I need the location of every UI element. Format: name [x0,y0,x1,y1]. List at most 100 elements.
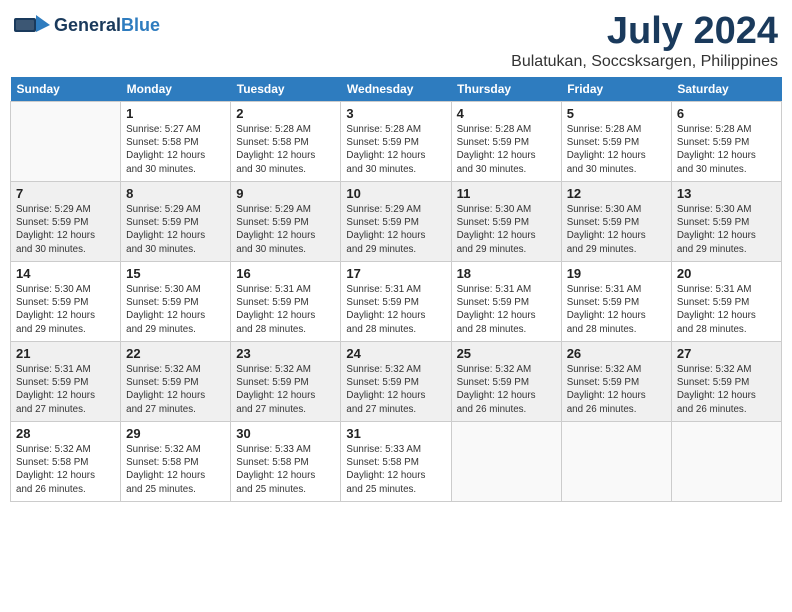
day-number: 6 [677,106,776,121]
calendar-cell: 22 Sunrise: 5:32 AMSunset: 5:59 PMDayligh… [121,342,231,422]
calendar-cell: 17Sunrise: 5:31 AMSunset: 5:59 PMDayligh… [341,262,451,342]
day-number: 19 [567,266,666,281]
day-number: 24 [346,346,445,361]
day-number: 7 [16,186,115,201]
day-info: Sunrise: 5:28 AMSunset: 5:59 PMDaylight:… [457,123,556,176]
day-info: Sunrise: 5:28 AMSunset: 5:59 PMDaylight:… [567,123,666,176]
calendar-cell: 4 Sunrise: 5:28 AMSunset: 5:59 PMDaylight… [451,102,561,182]
calendar-cell: 31 Sunrise: 5:33 AMSunset: 5:58 PMDayligh… [341,422,451,502]
day-info: Sunrise: 5:32 AMSunset: 5:59 PMDaylight:… [567,363,666,416]
calendar-cell: 25 Sunrise: 5:32 AMSunset: 5:59 PMDayligh… [451,342,561,422]
day-number: 3 [346,106,445,121]
day-number: 28 [16,426,115,441]
day-number: 26 [567,346,666,361]
day-info: Sunrise: 5:33 AMSunset: 5:58 PMDaylight:… [346,443,445,496]
calendar-cell: 28 Sunrise: 5:32 AMSunset: 5:58 PMDayligh… [11,422,121,502]
weekday-header-thursday: Thursday [451,77,561,102]
day-number: 23 [236,346,335,361]
calendar-cell: 10 Sunrise: 5:29 AMSunset: 5:59 PMDayligh… [341,182,451,262]
weekday-header-friday: Friday [561,77,671,102]
day-info: Sunrise: 5:29 AMSunset: 5:59 PMDaylight:… [126,203,225,256]
week-row-2: 7 Sunrise: 5:29 AMSunset: 5:59 PMDaylight… [11,182,782,262]
day-info: Sunrise: 5:32 AMSunset: 5:58 PMDaylight:… [126,443,225,496]
calendar-cell [451,422,561,502]
day-number: 25 [457,346,556,361]
day-info: Sunrise: 5:29 AMSunset: 5:59 PMDaylight:… [236,203,335,256]
day-number: 11 [457,186,556,201]
weekday-header-saturday: Saturday [671,77,781,102]
day-number: 20 [677,266,776,281]
day-number: 15 [126,266,225,281]
day-number: 18 [457,266,556,281]
day-info: Sunrise: 5:31 AMSunset: 5:59 PMDaylight:… [346,283,445,336]
calendar-cell: 5Sunrise: 5:28 AMSunset: 5:59 PMDaylight… [561,102,671,182]
calendar-cell: 29 Sunrise: 5:32 AMSunset: 5:58 PMDayligh… [121,422,231,502]
day-number: 10 [346,186,445,201]
day-number: 31 [346,426,445,441]
calendar-cell: 19Sunrise: 5:31 AMSunset: 5:59 PMDayligh… [561,262,671,342]
day-number: 29 [126,426,225,441]
calendar-cell: 14Sunrise: 5:30 AMSunset: 5:59 PMDayligh… [11,262,121,342]
location-title: Bulatukan, Soccsksargen, Philippines [511,53,778,71]
day-number: 8 [126,186,225,201]
calendar-cell: 3Sunrise: 5:28 AMSunset: 5:59 PMDaylight… [341,102,451,182]
calendar-cell: 12Sunrise: 5:30 AMSunset: 5:59 PMDayligh… [561,182,671,262]
calendar-cell: 26 Sunrise: 5:32 AMSunset: 5:59 PMDayligh… [561,342,671,422]
day-info: Sunrise: 5:32 AMSunset: 5:59 PMDaylight:… [677,363,776,416]
day-info: Sunrise: 5:29 AMSunset: 5:59 PMDaylight:… [346,203,445,256]
day-info: Sunrise: 5:31 AMSunset: 5:59 PMDaylight:… [16,363,115,416]
weekday-header-tuesday: Tuesday [231,77,341,102]
calendar-cell: 18 Sunrise: 5:31 AMSunset: 5:59 PMDayligh… [451,262,561,342]
day-info: Sunrise: 5:30 AMSunset: 5:59 PMDaylight:… [457,203,556,256]
calendar-cell: 21 Sunrise: 5:31 AMSunset: 5:59 PMDayligh… [11,342,121,422]
day-info: Sunrise: 5:32 AMSunset: 5:58 PMDaylight:… [16,443,115,496]
weekday-header-monday: Monday [121,77,231,102]
day-number: 27 [677,346,776,361]
week-row-1: 1Sunrise: 5:27 AMSunset: 5:58 PMDaylight… [11,102,782,182]
logo-blue: Blue [121,15,160,35]
day-info: Sunrise: 5:31 AMSunset: 5:59 PMDaylight:… [236,283,335,336]
day-info: Sunrise: 5:30 AMSunset: 5:59 PMDaylight:… [567,203,666,256]
header: GeneralBlue July 2024 Bulatukan, Soccsks… [10,10,782,71]
day-info: Sunrise: 5:29 AMSunset: 5:59 PMDaylight:… [16,203,115,256]
day-number: 21 [16,346,115,361]
day-info: Sunrise: 5:31 AMSunset: 5:59 PMDaylight:… [457,283,556,336]
week-row-5: 28 Sunrise: 5:32 AMSunset: 5:58 PMDayligh… [11,422,782,502]
day-info: Sunrise: 5:30 AMSunset: 5:59 PMDaylight:… [677,203,776,256]
calendar-cell: 30 Sunrise: 5:33 AMSunset: 5:58 PMDayligh… [231,422,341,502]
day-number: 4 [457,106,556,121]
calendar-cell: 24Sunrise: 5:32 AMSunset: 5:59 PMDayligh… [341,342,451,422]
day-number: 2 [236,106,335,121]
calendar-cell: 7 Sunrise: 5:29 AMSunset: 5:59 PMDaylight… [11,182,121,262]
logo-icon [14,10,50,40]
day-info: Sunrise: 5:33 AMSunset: 5:58 PMDaylight:… [236,443,335,496]
week-row-3: 14 Sunrise: 5:30 AMSunset: 5:59 PMDayligh… [11,262,782,342]
month-title: July 2024 [511,10,778,53]
day-number: 22 [126,346,225,361]
calendar-table: SundayMondayTuesdayWednesdayThursdayFrid… [10,77,782,502]
day-number: 14 [16,266,115,281]
calendar-cell: 20 Sunrise: 5:31 AMSunset: 5:59 PMDayligh… [671,262,781,342]
calendar-cell: 9 Sunrise: 5:29 AMSunset: 5:59 PMDaylight… [231,182,341,262]
logo-general: General [54,15,121,35]
day-info: Sunrise: 5:32 AMSunset: 5:59 PMDaylight:… [126,363,225,416]
calendar-cell: 1Sunrise: 5:27 AMSunset: 5:58 PMDaylight… [121,102,231,182]
calendar-cell [11,102,121,182]
day-number: 30 [236,426,335,441]
day-number: 9 [236,186,335,201]
day-number: 16 [236,266,335,281]
title-area: July 2024 Bulatukan, Soccsksargen, Phili… [511,10,778,71]
calendar-cell: 6 Sunrise: 5:28 AMSunset: 5:59 PMDaylight… [671,102,781,182]
calendar-cell: 13Sunrise: 5:30 AMSunset: 5:59 PMDayligh… [671,182,781,262]
day-info: Sunrise: 5:32 AMSunset: 5:59 PMDaylight:… [457,363,556,416]
calendar-cell: 27 Sunrise: 5:32 AMSunset: 5:59 PMDayligh… [671,342,781,422]
day-info: Sunrise: 5:31 AMSunset: 5:59 PMDaylight:… [677,283,776,336]
calendar-cell [671,422,781,502]
day-info: Sunrise: 5:27 AMSunset: 5:58 PMDaylight:… [126,123,225,176]
calendar-cell: 8 Sunrise: 5:29 AMSunset: 5:59 PMDaylight… [121,182,231,262]
weekday-header-wednesday: Wednesday [341,77,451,102]
logo: GeneralBlue [14,10,160,40]
day-info: Sunrise: 5:28 AMSunset: 5:59 PMDaylight:… [677,123,776,176]
calendar-cell: 11 Sunrise: 5:30 AMSunset: 5:59 PMDayligh… [451,182,561,262]
day-info: Sunrise: 5:30 AMSunset: 5:59 PMDaylight:… [126,283,225,336]
